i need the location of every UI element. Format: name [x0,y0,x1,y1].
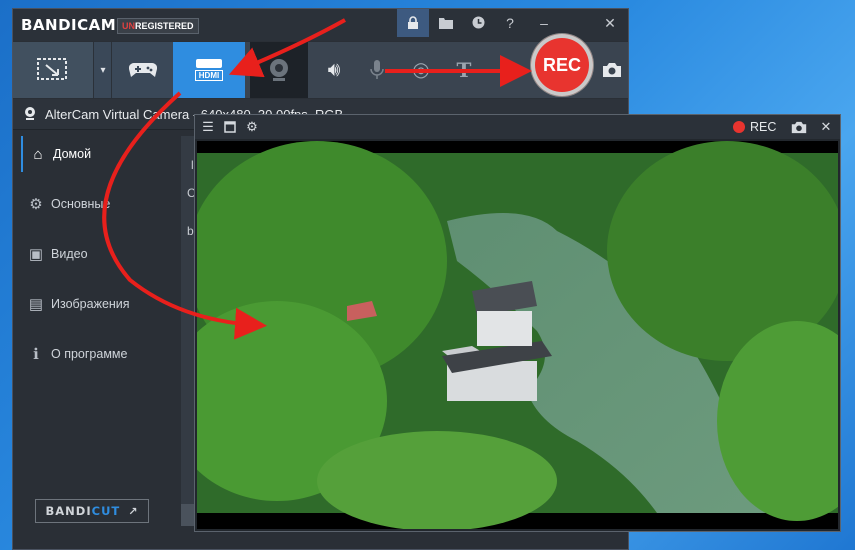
scroll-stub [181,504,195,526]
screen-rectangle-icon [37,58,67,80]
gear-icon[interactable]: ⚙ [243,118,261,136]
screenshot-button[interactable] [597,52,627,88]
menu-icon[interactable]: ☰ [199,118,217,136]
video-settings-icon: ▣ [28,246,44,263]
hdmi-device-icon [196,59,222,68]
hdmi-mode-button[interactable]: HDMI [173,42,245,98]
lock-icon[interactable] [397,9,429,37]
unregistered-badge[interactable]: UNREGISTERED [117,18,199,34]
webcam-mode-button[interactable] [250,42,308,98]
screen-rectangle-mode-button[interactable] [13,42,93,98]
minimize-icon[interactable]: – [527,9,561,37]
home-icon: ⌂ [33,145,43,163]
microphone-icon[interactable] [359,52,395,88]
mode-dropdown-button[interactable]: ▾ [93,42,112,98]
camera-icon [603,63,621,77]
gear-icon: ⚙ [29,196,43,213]
info-icon: ℹ [33,346,39,363]
sidebar-item-home[interactable]: ⌂ Домой [21,136,173,172]
cursor-effect-icon[interactable]: ↖ [493,52,529,88]
close-icon[interactable]: ✕ [817,118,835,136]
clock-icon[interactable] [461,9,495,37]
bandicam-logo: BANDICAM [21,16,117,34]
camera-icon[interactable] [789,118,809,136]
speaker-icon[interactable]: 🔊︎ [316,52,352,88]
webcam-small-icon [25,107,35,120]
title-bar: BANDICAM UNREGISTERED ? – ✕ [13,9,628,41]
close-icon[interactable]: ✕ [593,9,627,37]
sidebar-item-about[interactable]: ℹО программе [21,336,171,372]
sidebar: ⌂ Домой ⚙ Основные ▣ Видео ▤ Изображения ℹО … [21,136,171,516]
external-link-icon: ↗ [128,504,139,518]
webcam-icon [270,59,288,81]
chevron-down-icon: ▾ [100,64,106,76]
preview-rec-button[interactable]: REC [733,118,776,136]
image-settings-icon: ▤ [28,296,44,313]
landscape-video-frame [167,141,855,531]
rec-button[interactable]: REC [531,34,593,96]
mode-toolbar: ▾ HDMI 🔊︎ ◎ T ↖ REC [13,34,628,98]
video-preview [167,141,855,531]
preview-window: ☰ ⚙ REC ✕ [167,114,855,532]
gamepad-icon [129,62,157,77]
bandicut-button[interactable]: BANDI CUT ↗ [35,499,149,523]
sidebar-item-images[interactable]: ▤ Изображения [21,286,171,322]
folder-icon[interactable] [429,9,463,37]
preview-title-bar: ☰ ⚙ REC ✕ [195,115,840,139]
content-text-fragment: b [187,224,194,238]
maximize-icon[interactable] [221,118,239,136]
sidebar-item-general[interactable]: ⚙ Основные [21,186,171,222]
record-dot-icon [733,121,745,133]
text-overlay-icon[interactable]: T [446,52,482,88]
sidebar-item-video[interactable]: ▣ Видео [21,236,171,272]
help-icon[interactable]: ? [493,9,527,37]
game-mode-button[interactable] [111,42,174,98]
webcam-overlay-icon[interactable]: ◎ [403,52,439,88]
hdmi-label: HDMI [194,70,224,81]
